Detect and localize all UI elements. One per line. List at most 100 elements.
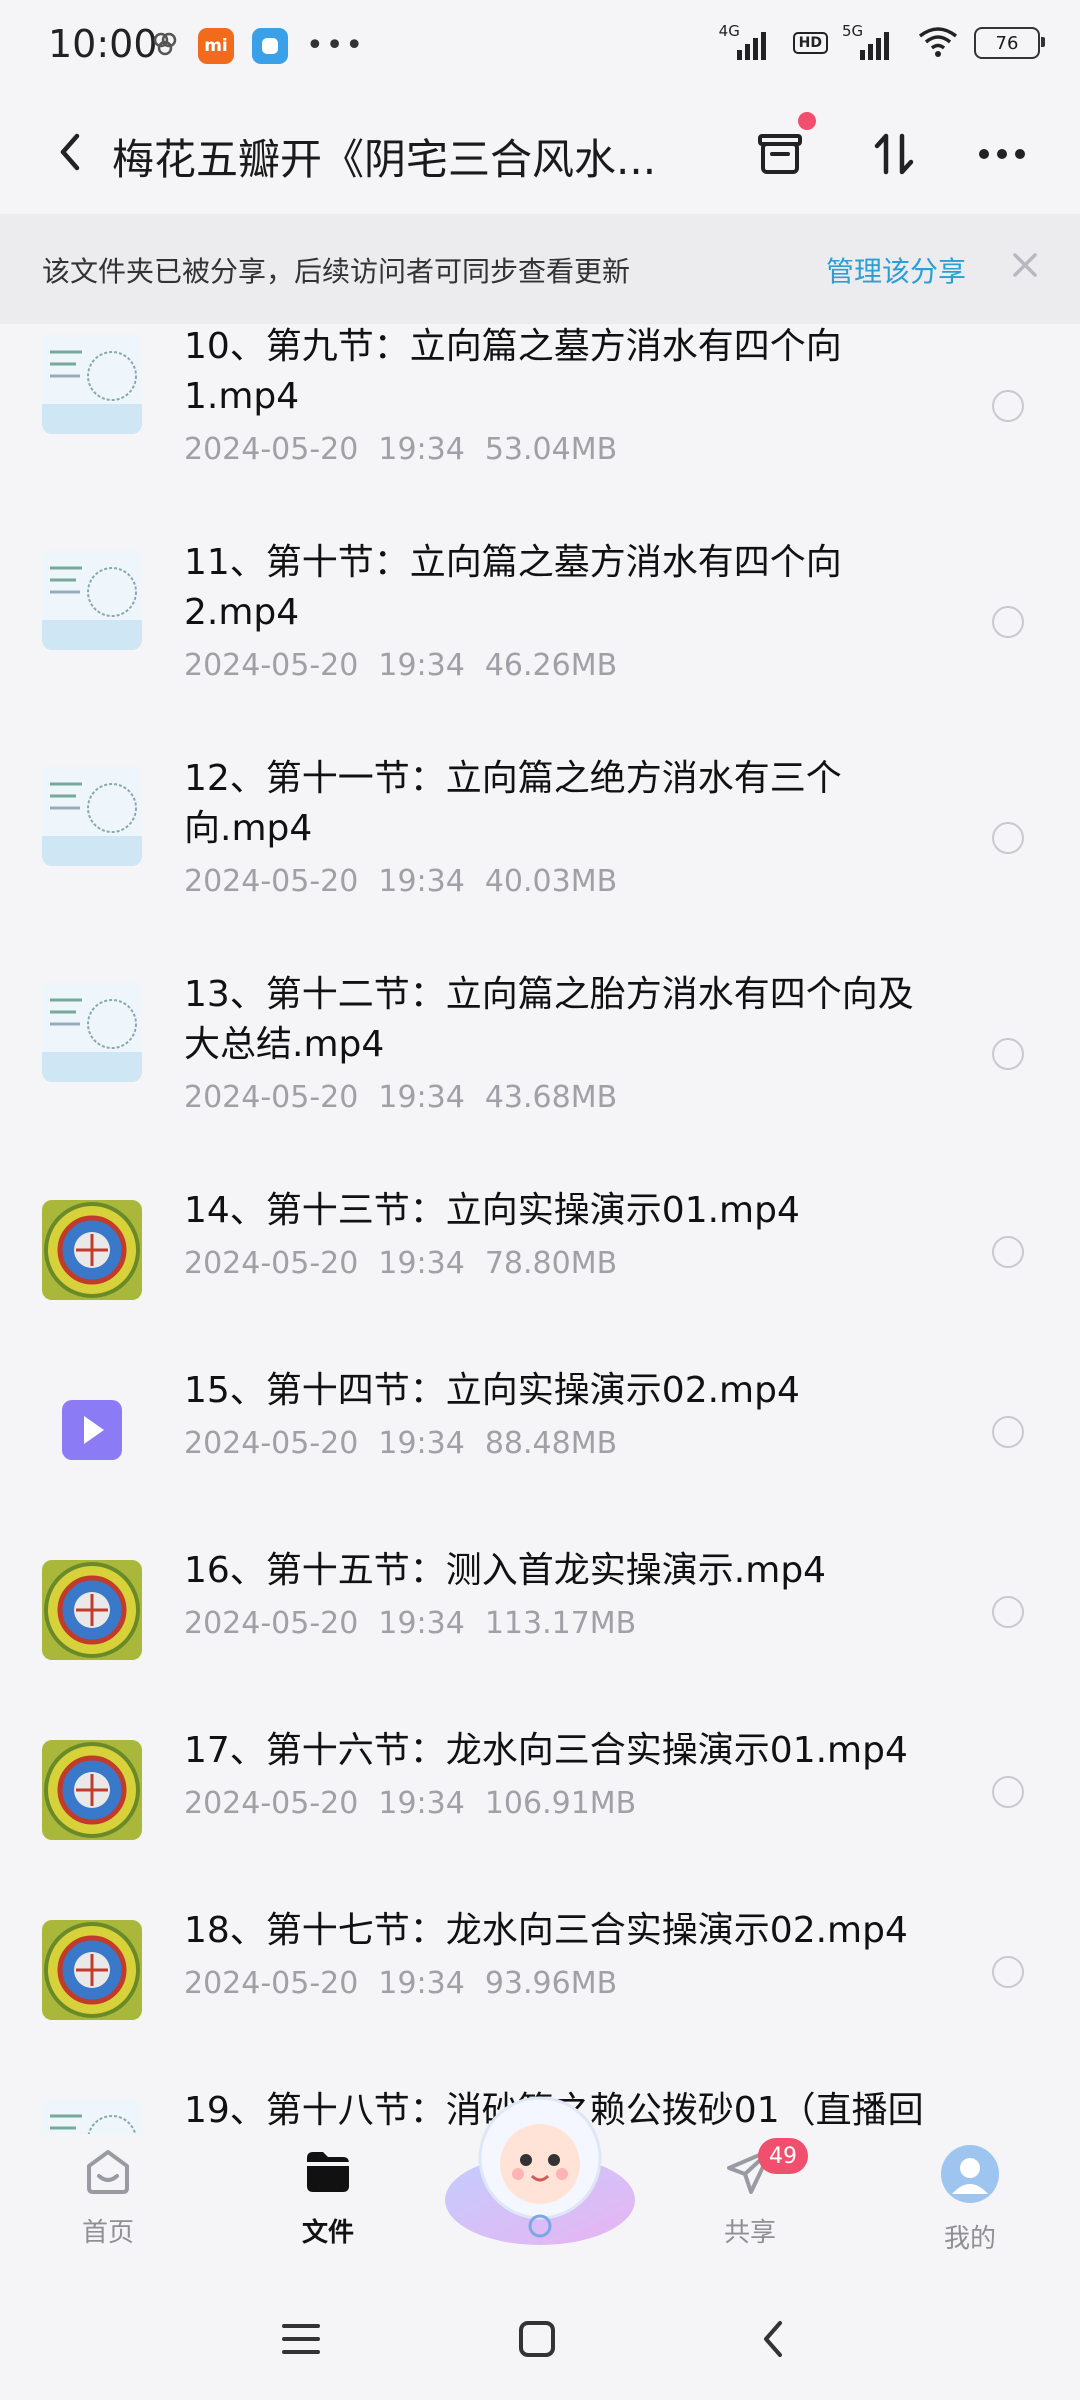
file-meta: 2024-05-20 19:34 40.03MB bbox=[184, 864, 617, 899]
document-thumbnail-icon bbox=[42, 2098, 142, 2134]
select-checkbox[interactable] bbox=[992, 1416, 1024, 1448]
back-button[interactable] bbox=[40, 122, 100, 182]
file-size: 78.80MB bbox=[484, 1246, 618, 1281]
file-thumbnail bbox=[42, 766, 142, 866]
file-date: 2024-05-20 bbox=[184, 864, 359, 899]
file-size: 43.68MB bbox=[484, 1080, 618, 1115]
recent-apps-button[interactable] bbox=[266, 2304, 336, 2374]
file-size: 53.04MB bbox=[484, 432, 618, 467]
file-row[interactable]: 11、第十节：立向篇之墓方消水有四个向2.mp4 2024-05-20 19:34 4… bbox=[0, 512, 1080, 728]
file-row[interactable]: 10、第九节：立向篇之墓方消水有四个向1.mp4 2024-05-20 19:34 5… bbox=[0, 324, 1080, 512]
top-app-bar: 梅花五瓣开《阴宅三合风水... bbox=[0, 92, 1080, 212]
file-date: 2024-05-20 bbox=[184, 648, 359, 683]
file-size: 40.03MB bbox=[484, 864, 618, 899]
file-name: 15、第十四节：立向实操演示02.mp4 bbox=[184, 1370, 800, 1411]
file-row[interactable]: 18、第十七节：龙水向三合实操演示02.mp4 2024-05-20 19:34 93… bbox=[0, 1880, 1080, 2060]
select-checkbox[interactable] bbox=[992, 1236, 1024, 1268]
file-name: 16、第十五节：测入首龙实操演示.mp4 bbox=[184, 1550, 827, 1591]
status-time: 10:00 bbox=[48, 22, 158, 66]
avatar-icon bbox=[941, 2145, 999, 2203]
compass-thumbnail-icon bbox=[42, 1560, 142, 1660]
file-date: 2024-05-20 bbox=[184, 1426, 359, 1461]
file-list[interactable]: 10、第九节：立向篇之墓方消水有四个向1.mp4 2024-05-20 19:34 5… bbox=[0, 324, 1080, 2134]
file-row[interactable]: 13、第十二节：立向篇之胎方消水有四个向及大总结.mp4 2024-05-20 19… bbox=[0, 944, 1080, 1160]
home-system-button[interactable] bbox=[502, 2304, 572, 2374]
file-meta: 2024-05-20 19:34 113.17MB bbox=[184, 1606, 636, 1641]
document-thumbnail-icon bbox=[42, 550, 142, 650]
battery-icon: 76 bbox=[974, 27, 1045, 59]
signal-4g-label: 4G bbox=[718, 22, 740, 40]
system-back-button[interactable] bbox=[738, 2304, 808, 2374]
compass-thumbnail-icon bbox=[42, 1200, 142, 1300]
select-checkbox[interactable] bbox=[992, 1956, 1024, 1988]
file-size: 93.96MB bbox=[484, 1966, 618, 2001]
file-thumbnail bbox=[42, 1740, 142, 1840]
more-horizontal-icon bbox=[979, 149, 1025, 159]
file-date: 2024-05-20 bbox=[184, 432, 359, 467]
file-meta: 2024-05-20 19:34 43.68MB bbox=[184, 1080, 617, 1115]
file-time: 19:34 bbox=[378, 648, 465, 683]
file-row[interactable]: 16、第十五节：测入首龙实操演示.mp4 2024-05-20 19:34 113.1… bbox=[0, 1520, 1080, 1700]
select-checkbox[interactable] bbox=[992, 606, 1024, 638]
file-time: 19:34 bbox=[378, 1246, 465, 1281]
notification-dot bbox=[798, 112, 816, 130]
file-size: 46.26MB bbox=[484, 648, 618, 683]
chevron-left-icon bbox=[60, 133, 80, 171]
file-meta: 2024-05-20 19:34 46.26MB bbox=[184, 648, 617, 683]
assistant-mascot-button[interactable] bbox=[440, 2080, 640, 2250]
sort-button[interactable] bbox=[862, 122, 926, 186]
page-title: 梅花五瓣开《阴宅三合风水... bbox=[112, 135, 657, 184]
file-time: 19:34 bbox=[378, 1786, 465, 1821]
banner-close-button[interactable] bbox=[1000, 240, 1050, 290]
transfer-list-button[interactable] bbox=[748, 112, 816, 186]
file-thumbnail bbox=[42, 1200, 142, 1300]
file-thumbnail bbox=[42, 1560, 142, 1660]
file-size: 106.91MB bbox=[484, 1786, 637, 1821]
select-checkbox[interactable] bbox=[992, 390, 1024, 422]
status-app-icons: mi ••• bbox=[150, 28, 365, 64]
file-thumbnail bbox=[42, 1920, 142, 2020]
nav-me[interactable]: 我的 bbox=[900, 2144, 1040, 2255]
wifi-icon bbox=[916, 24, 960, 62]
hd-icon: HD bbox=[792, 32, 828, 54]
select-checkbox[interactable] bbox=[992, 1038, 1024, 1070]
select-checkbox[interactable] bbox=[992, 1596, 1024, 1628]
mi-label: mi bbox=[204, 36, 228, 56]
nav-files-label: 文件 bbox=[301, 2218, 354, 2248]
signal-4g-icon: 4G bbox=[719, 22, 779, 60]
more-options-button[interactable] bbox=[970, 122, 1034, 186]
file-name: 11、第十节：立向篇之墓方消水有四个向2.mp4 bbox=[184, 542, 842, 633]
select-checkbox[interactable] bbox=[992, 1776, 1024, 1808]
file-meta: 2024-05-20 19:34 93.96MB bbox=[184, 1966, 617, 2001]
document-thumbnail-icon bbox=[42, 766, 142, 866]
chevron-left-icon bbox=[764, 2321, 782, 2357]
file-meta: 2024-05-20 19:34 106.91MB bbox=[184, 1786, 636, 1821]
compass-thumbnail-icon bbox=[42, 1740, 142, 1840]
file-date: 2024-05-20 bbox=[184, 1786, 359, 1821]
mascot-icon bbox=[445, 2096, 635, 2245]
nav-home-label: 首页 bbox=[81, 2218, 134, 2248]
file-name: 14、第十三节：立向实操演示01.mp4 bbox=[184, 1190, 800, 1231]
file-meta: 2024-05-20 19:34 88.48MB bbox=[184, 1426, 617, 1461]
menu-icon bbox=[282, 2324, 320, 2354]
file-meta: 2024-05-20 19:34 78.80MB bbox=[184, 1246, 617, 1281]
flower-icon bbox=[150, 29, 180, 63]
file-row[interactable]: 14、第十三节：立向实操演示01.mp4 2024-05-20 19:34 78.80… bbox=[0, 1160, 1080, 1340]
square-icon bbox=[519, 2321, 555, 2357]
file-row[interactable]: 17、第十六节：龙水向三合实操演示01.mp4 2024-05-20 19:34 10… bbox=[0, 1700, 1080, 1880]
manage-share-link[interactable]: 管理该分享 bbox=[826, 250, 966, 290]
file-row[interactable]: 15、第十四节：立向实操演示02.mp4 2024-05-20 19:34 88.48… bbox=[0, 1340, 1080, 1520]
file-row[interactable]: 12、第十一节：立向篇之绝方消水有三个向.mp4 2024-05-20 19:34 4… bbox=[0, 728, 1080, 944]
close-icon bbox=[1013, 253, 1037, 277]
file-size: 88.48MB bbox=[484, 1426, 618, 1461]
file-list-content: 10、第九节：立向篇之墓方消水有四个向1.mp4 2024-05-20 19:34 5… bbox=[0, 324, 1080, 2134]
share-badge: 49 bbox=[758, 2138, 808, 2174]
nav-files[interactable]: 文件 bbox=[258, 2144, 398, 2249]
select-checkbox[interactable] bbox=[992, 822, 1024, 854]
nav-home[interactable]: 首页 bbox=[38, 2144, 178, 2249]
nav-share[interactable]: 49 共享 bbox=[680, 2138, 820, 2249]
file-time: 19:34 bbox=[378, 864, 465, 899]
file-name: 12、第十一节：立向篇之绝方消水有三个向.mp4 bbox=[184, 758, 842, 849]
document-thumbnail-icon bbox=[42, 334, 142, 434]
file-thumbnail bbox=[42, 2098, 142, 2134]
